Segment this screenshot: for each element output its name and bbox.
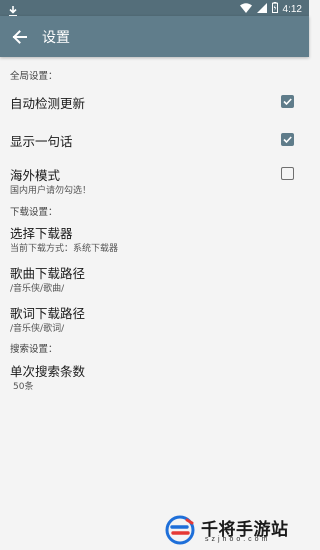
section-header-global: 全局设置： (10, 71, 58, 82)
pref-result-count[interactable]: 单次搜索条数 50条 (0, 356, 309, 396)
pref-auto-update[interactable]: 自动检测更新 (0, 86, 309, 118)
pref-title: 显示一句话 (10, 134, 73, 149)
section-header-download: 下载设置： (10, 207, 58, 218)
pref-song-path[interactable]: 歌曲下载路径 /音乐侠/歌曲/ (0, 258, 309, 298)
pref-title: 选择下载器 (10, 226, 73, 241)
pref-summary: /音乐侠/歌词/ (10, 324, 65, 334)
pref-title: 自动检测更新 (10, 96, 86, 111)
pref-downloader[interactable]: 选择下载器 当前下载方式：系统下载器 (0, 218, 309, 258)
watermark: 千将手游站 szjhoo.com (165, 512, 305, 548)
signal-icon (256, 2, 267, 16)
pref-overseas-mode[interactable]: 海外模式 国内用户请勿勾选！ (0, 160, 309, 200)
pref-title: 海外模式 (10, 168, 61, 183)
pref-summary: 50条 (13, 382, 34, 392)
pref-show-quote[interactable]: 显示一句话 (0, 124, 309, 156)
overseas-mode-checkbox[interactable] (281, 167, 294, 180)
page-title: 设置 (42, 30, 70, 46)
pref-summary: 当前下载方式：系统下载器 (10, 244, 119, 254)
section-header-search: 搜索设置： (10, 344, 58, 355)
auto-update-checkbox[interactable] (281, 95, 294, 108)
pref-title: 单次搜索条数 (10, 364, 86, 379)
status-bar: 4:12 (0, 0, 309, 17)
pref-lyrics-path[interactable]: 歌词下载路径 /音乐侠/歌词/ (0, 298, 309, 338)
pref-summary: /音乐侠/歌曲/ (10, 284, 65, 294)
pref-title: 歌词下载路径 (10, 306, 86, 321)
pref-summary: 国内用户请勿勾选！ (10, 186, 92, 196)
watermark-subtitle: szjhoo.com (205, 536, 271, 543)
battery-icon (271, 2, 278, 16)
show-quote-checkbox[interactable] (281, 133, 294, 146)
wifi-icon (239, 2, 252, 16)
status-time: 4:12 (282, 3, 302, 15)
site-logo-icon (165, 515, 195, 545)
arrow-back-icon[interactable] (10, 27, 30, 47)
pref-title: 歌曲下载路径 (10, 266, 86, 281)
app-bar: 设置 (0, 16, 309, 57)
